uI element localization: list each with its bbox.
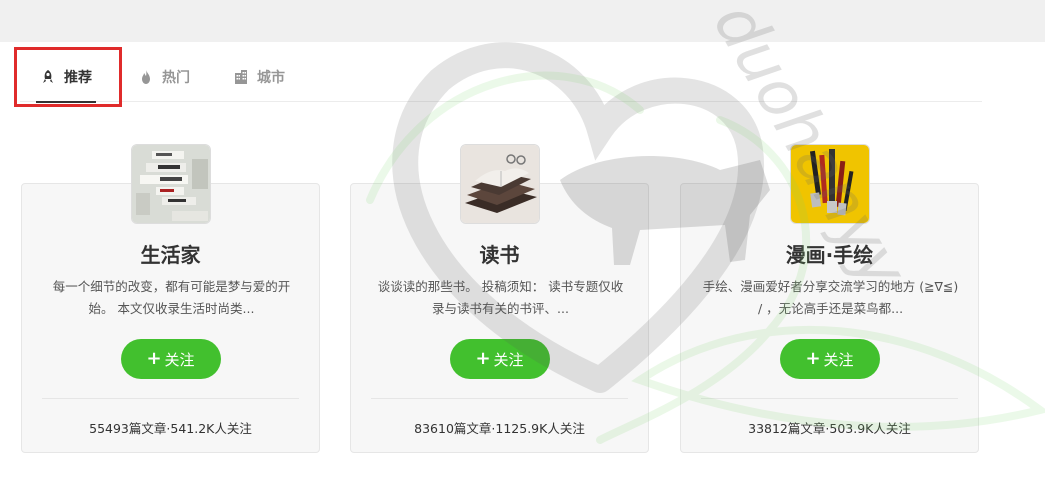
collection-avatar[interactable]: [130, 144, 211, 224]
follow-button-label: 关注: [823, 350, 854, 369]
follow-button[interactable]: + 关注: [120, 339, 221, 379]
collection-title[interactable]: 漫画·手绘: [681, 239, 978, 268]
follow-button-label: 关注: [164, 350, 195, 369]
description-line: 始。 本文仅收录生活时尚类...: [88, 301, 255, 316]
labels-photo-icon: [131, 145, 210, 223]
category-tabs: 推荐 热门 城市: [20, 52, 982, 103]
tab-hot[interactable]: 热门: [138, 52, 190, 102]
tab-city[interactable]: 城市: [233, 52, 285, 102]
fire-icon: [142, 70, 150, 84]
collection-stats: 83610篇文章·1125.9K人关注: [414, 421, 585, 436]
collection-avatar[interactable]: [789, 144, 870, 224]
brushes-photo-icon: [790, 145, 869, 223]
collection-avatar[interactable]: [459, 144, 540, 224]
collection-title[interactable]: 生活家: [22, 239, 319, 268]
collection-description: 每一个细节的改变，都有可能是梦与爱的开 始。 本文仅收录生活时尚类...: [42, 276, 301, 320]
description-line: 手绘、漫画爱好者分享交流学习的地方 (≧∇≦): [702, 279, 959, 294]
follow-button[interactable]: + 关注: [449, 339, 550, 379]
collection-stats: 55493篇文章·541.2K人关注: [89, 421, 252, 436]
tab-recommend[interactable]: 推荐: [36, 52, 96, 103]
top-bar: [0, 0, 1045, 42]
plus-icon: +: [475, 348, 491, 369]
collection-description: 手绘、漫画爱好者分享交流学习的地方 (≧∇≦) / ，无论高手还是菜鸟都...: [701, 276, 960, 320]
building-icon: [235, 70, 247, 84]
description-line: / ，无论高手还是菜鸟都...: [757, 301, 904, 316]
collection-card[interactable]: 读书 谈谈读的那些书。 投稿须知： 读书专题仅收 录与读书有关的书评、... +…: [350, 144, 649, 453]
plus-icon: +: [146, 348, 162, 369]
rocket-icon: [43, 70, 53, 83]
tab-recommend-label: 推荐: [64, 70, 92, 86]
description-line: 谈谈读的那些书。 投稿须知： 读书专题仅收: [377, 279, 624, 294]
collection-description: 谈谈读的那些书。 投稿须知： 读书专题仅收 录与读书有关的书评、...: [371, 276, 630, 320]
follow-button-label: 关注: [493, 350, 524, 369]
tab-hot-label: 热门: [162, 70, 190, 86]
collection-card[interactable]: 漫画·手绘 手绘、漫画爱好者分享交流学习的地方 (≧∇≦) / ，无论高手还是菜…: [680, 144, 979, 453]
plus-icon: +: [805, 348, 821, 369]
description-line: 每一个细节的改变，都有可能是梦与爱的开: [52, 279, 291, 294]
follow-button[interactable]: + 关注: [779, 339, 880, 379]
card-divider: [701, 398, 958, 399]
books-photo-icon: [460, 145, 539, 223]
description-line: 录与读书有关的书评、...: [432, 301, 569, 316]
collection-title[interactable]: 读书: [351, 239, 648, 268]
card-divider: [371, 398, 628, 399]
card-divider: [42, 398, 299, 399]
collection-card[interactable]: 生活家 每一个细节的改变，都有可能是梦与爱的开 始。 本文仅收录生活时尚类...…: [21, 144, 320, 453]
tab-city-label: 城市: [257, 70, 285, 86]
collection-stats: 33812篇文章·503.9K人关注: [748, 421, 911, 436]
